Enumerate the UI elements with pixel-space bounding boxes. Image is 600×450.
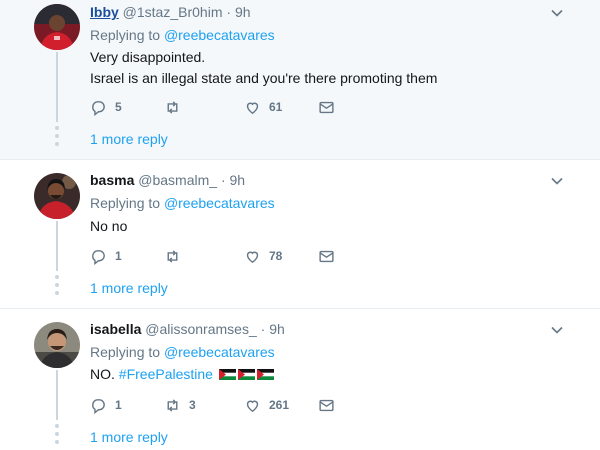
thread-line	[56, 370, 58, 420]
like-button[interactable]: 78	[244, 246, 282, 266]
replying-to-label: Replying to	[90, 344, 161, 360]
user-name[interactable]: isabella	[90, 321, 141, 337]
reply-count: 5	[115, 100, 122, 114]
direct-message-button[interactable]	[318, 246, 343, 266]
user-handle[interactable]: @1staz_Br0him	[123, 4, 223, 20]
envelope-icon	[319, 250, 334, 262]
reply-button[interactable]: 1	[90, 246, 122, 266]
heart-icon	[246, 400, 259, 412]
thread-more-dots	[55, 424, 59, 448]
tweet-actions: 1 78	[90, 246, 350, 266]
timestamp[interactable]: 9h	[269, 321, 285, 337]
mention-link[interactable]: @reebecatavares	[164, 27, 275, 43]
user-handle[interactable]: @alissonramses_	[145, 321, 256, 337]
like-count: 61	[269, 100, 283, 114]
reply-tweet[interactable]: Ibby @1staz_Br0him · 9h Replying to @ree…	[0, 0, 600, 160]
retweet-count: 3	[189, 398, 196, 412]
reply-icon	[92, 398, 105, 414]
tweet-text-line: No no	[90, 218, 128, 234]
more-replies-link[interactable]: 1 more reply	[90, 280, 168, 296]
reply-count: 1	[115, 249, 122, 263]
reply-icon	[92, 249, 105, 265]
tweet-actions: 1 3 261	[90, 395, 350, 415]
mention-link[interactable]: @reebecatavares	[164, 195, 275, 211]
more-replies-link[interactable]: 1 more reply	[90, 429, 168, 445]
replying-to-label: Replying to	[90, 27, 161, 43]
reply-tweet[interactable]: basma @basmalm_ · 9h Replying to @reebec…	[0, 160, 600, 309]
user-handle[interactable]: @basmalm_	[138, 172, 217, 188]
tweet-text-line: Very disappointed.	[90, 49, 206, 65]
avatar[interactable]	[34, 322, 80, 368]
thread-more-dots	[55, 126, 59, 150]
like-count: 78	[269, 249, 283, 263]
replying-to: Replying to @reebecatavares	[90, 195, 275, 211]
retweet-icon	[167, 100, 178, 114]
timestamp[interactable]: 9h	[235, 4, 251, 20]
heart-icon	[246, 102, 259, 114]
tweet-text: No no	[90, 216, 127, 237]
like-button[interactable]: 261	[244, 395, 289, 415]
retweet-icon	[167, 249, 178, 263]
like-count: 261	[269, 398, 290, 412]
palestine-flag-icon	[237, 369, 255, 380]
thread-line	[56, 221, 58, 271]
retweet-button[interactable]: 3	[164, 395, 196, 415]
retweet-button[interactable]	[164, 246, 189, 266]
chevron-down-icon[interactable]	[550, 323, 564, 337]
tweet-header: basma @basmalm_ · 9h	[90, 172, 245, 188]
envelope-icon	[319, 399, 334, 411]
separator: ·	[220, 172, 226, 188]
retweet-icon	[167, 398, 178, 412]
mention-link[interactable]: @reebecatavares	[164, 344, 275, 360]
palestine-flag-icon	[218, 369, 236, 380]
separator: ·	[226, 4, 232, 20]
timestamp[interactable]: 9h	[230, 172, 246, 188]
chevron-down-icon[interactable]	[550, 174, 564, 188]
tweet-header: isabella @alissonramses_ · 9h	[90, 321, 285, 337]
reply-count: 1	[115, 398, 122, 412]
more-replies-link[interactable]: 1 more reply	[90, 131, 168, 147]
retweet-button[interactable]	[164, 97, 189, 117]
tweet-text-line: NO.	[90, 366, 115, 382]
hashtag-link[interactable]: #FreePalestine	[119, 366, 213, 382]
tweet-actions: 5 61	[90, 97, 350, 117]
avatar[interactable]	[34, 4, 80, 50]
direct-message-button[interactable]	[318, 395, 343, 415]
direct-message-button[interactable]	[318, 97, 343, 117]
user-name[interactable]: basma	[90, 172, 134, 188]
reply-icon	[92, 100, 105, 116]
user-name[interactable]: Ibby	[90, 4, 119, 20]
replying-to-label: Replying to	[90, 195, 161, 211]
chevron-down-icon[interactable]	[550, 6, 564, 20]
palestine-flag-icon	[256, 369, 274, 380]
reply-button[interactable]: 5	[90, 97, 122, 117]
reply-button[interactable]: 1	[90, 395, 122, 415]
tweet-text-line: Israel is an illegal state and you're th…	[90, 70, 438, 86]
replying-to: Replying to @reebecatavares	[90, 344, 275, 360]
replying-to: Replying to @reebecatavares	[90, 27, 275, 43]
avatar[interactable]	[34, 173, 80, 219]
tweet-text: NO. #FreePalestine	[90, 364, 274, 385]
like-button[interactable]: 61	[244, 97, 282, 117]
tweet-header: Ibby @1staz_Br0him · 9h	[90, 4, 251, 20]
reply-tweet[interactable]: isabella @alissonramses_ · 9h Replying t…	[0, 309, 600, 450]
thread-line	[56, 52, 58, 122]
envelope-icon	[319, 101, 334, 113]
thread-more-dots	[55, 275, 59, 299]
separator: ·	[260, 321, 266, 337]
heart-icon	[246, 251, 259, 263]
tweet-text: Very disappointed. Israel is an illegal …	[90, 47, 437, 89]
